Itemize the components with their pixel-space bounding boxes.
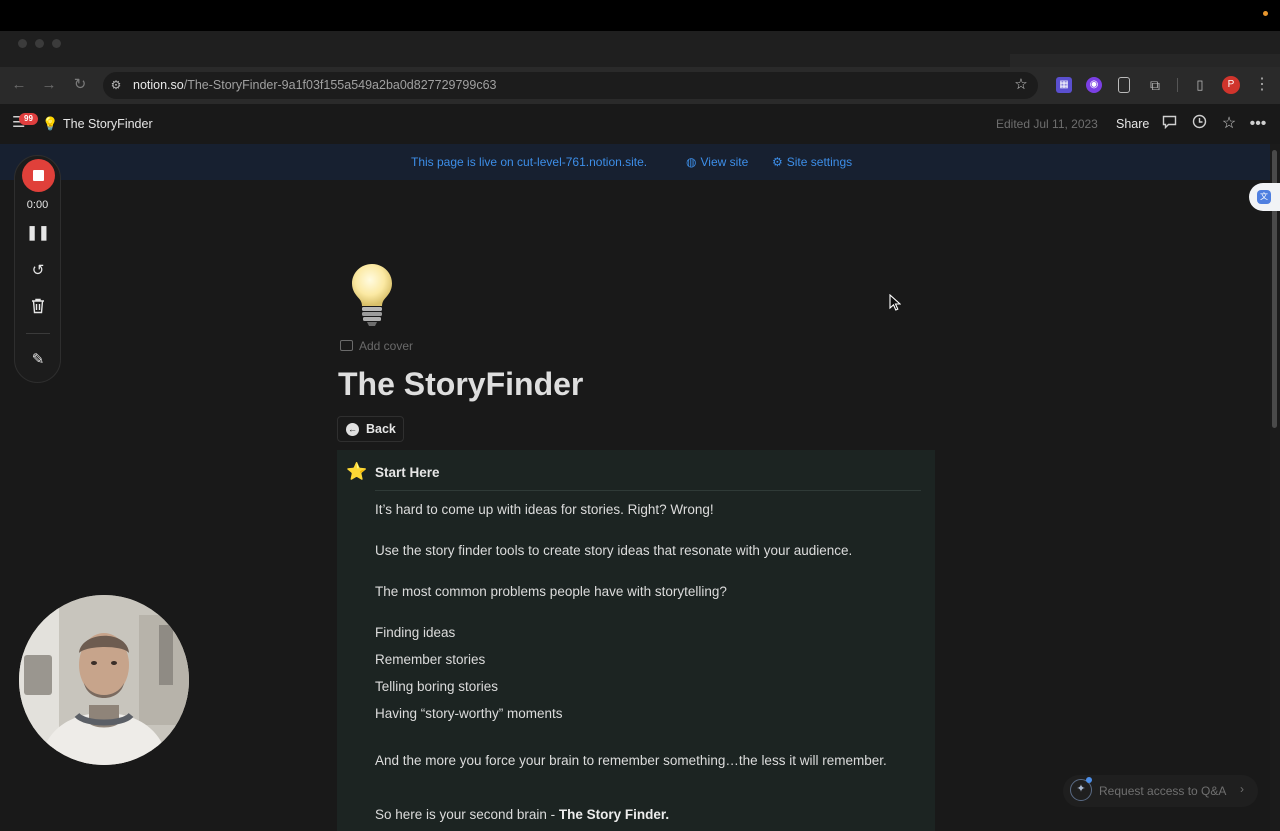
callout-heading[interactable]: Start Here (375, 465, 440, 480)
stop-icon (33, 170, 44, 181)
list-item[interactable]: Remember stories (375, 652, 485, 667)
recorder-divider (26, 333, 50, 334)
add-cover-button[interactable]: Add cover (340, 339, 413, 353)
site-settings-link[interactable]: ⚙ Site settings (772, 155, 852, 169)
view-site-label: View site (700, 155, 749, 169)
more-vert-icon[interactable]: ⋮ (1254, 74, 1270, 96)
mouse-pointer-icon (889, 293, 902, 316)
site-settings-label: Site settings (786, 155, 853, 169)
translate-icon: 文 (1257, 190, 1271, 204)
window-minimize-button[interactable] (35, 39, 44, 48)
story-finder-bold: The Story Finder. (558, 807, 670, 822)
edited-timestamp: Edited Jul 11, 2023 (996, 117, 1098, 131)
site-info-icon[interactable]: ⚙ (108, 77, 124, 93)
back-arrow-icon[interactable]: ← (8, 74, 30, 96)
add-cover-label: Add cover (359, 339, 414, 353)
bookmark-star-icon[interactable]: ☆ (1012, 75, 1030, 95)
recording-time: 0:00 (26, 199, 49, 211)
back-button[interactable]: ← Back (337, 416, 404, 442)
gear-icon: ⚙ (772, 155, 783, 169)
paragraph[interactable]: The most common problems people have wit… (375, 584, 727, 599)
tab-strip-shadow (1010, 54, 1280, 67)
window-zoom-button[interactable] (52, 39, 61, 48)
stop-recording-button[interactable] (22, 159, 55, 192)
webcam-bubble[interactable] (19, 595, 189, 765)
list-item[interactable]: Having “story-worthy” moments (375, 706, 563, 721)
globe-icon: ◍ (686, 155, 697, 169)
profile-avatar[interactable]: P (1222, 76, 1240, 94)
extension-icon[interactable]: ▦ (1056, 77, 1072, 93)
back-arrow-circle-icon: ← (346, 423, 359, 436)
paragraph[interactable]: So here is your second brain - The Story… (375, 807, 669, 822)
request-qa-label[interactable]: Request access to Q&A (1099, 784, 1226, 798)
list-item[interactable]: Telling boring stories (375, 679, 498, 694)
comments-icon[interactable] (1159, 114, 1179, 134)
pen-icon[interactable]: ✎ (26, 348, 50, 372)
restart-icon[interactable]: ↺ (26, 259, 50, 283)
paragraph[interactable]: And the more you force your brain to rem… (375, 753, 887, 768)
url-host: notion.so (133, 78, 184, 92)
breadcrumb[interactable]: The StoryFinder (63, 117, 153, 131)
paragraph[interactable]: It’s hard to come up with ideas for stor… (375, 502, 714, 517)
image-icon (340, 340, 353, 351)
qa-notification-dot (1086, 777, 1092, 783)
forward-arrow-icon[interactable]: → (38, 74, 60, 96)
url-path: /The-StoryFinder-9a1f03f155a549a2ba0d827… (183, 78, 497, 92)
pause-icon[interactable]: ❚❚ (26, 220, 50, 244)
recording-indicator-dot (1263, 11, 1268, 16)
trash-icon[interactable] (26, 298, 50, 322)
sidebar-icon[interactable]: ▯ (1192, 77, 1208, 93)
puzzle-extensions-icon[interactable]: ⧉ (1147, 77, 1163, 93)
chevron-right-icon[interactable]: › (1240, 782, 1244, 796)
window-close-button[interactable] (18, 39, 27, 48)
extension-icon[interactable]: ◉ (1086, 77, 1102, 93)
callout-divider (375, 490, 921, 491)
paragraph[interactable]: Use the story finder tools to create sto… (375, 543, 852, 558)
toolbar-divider (1177, 78, 1178, 92)
translate-button[interactable]: 文 (1249, 183, 1280, 211)
extension-icon[interactable] (1118, 77, 1130, 93)
page-icon-small[interactable]: 💡 (42, 116, 58, 132)
paragraph-text: So here is your second brain - (375, 807, 559, 822)
share-button[interactable]: Share (1116, 117, 1149, 131)
url-text[interactable]: notion.so/The-StoryFinder-9a1f03f155a549… (133, 78, 496, 92)
live-site-text: This page is live on cut-level-761.notio… (411, 155, 648, 169)
more-horizontal-icon[interactable]: ••• (1248, 114, 1268, 134)
page-title[interactable]: The StoryFinder (338, 366, 583, 403)
back-label: Back (366, 422, 396, 436)
history-clock-icon[interactable] (1189, 114, 1209, 134)
reload-icon[interactable]: ↻ (69, 74, 91, 96)
star-icon: ⭐ (346, 462, 368, 481)
view-site-link[interactable]: ◍ View site (686, 155, 748, 169)
list-item[interactable]: Finding ideas (375, 625, 455, 640)
menu-bar (0, 0, 1280, 31)
favorite-star-icon[interactable]: ☆ (1219, 114, 1239, 134)
notification-badge: 99 (19, 113, 38, 125)
lightbulb-page-icon[interactable] (348, 260, 396, 328)
